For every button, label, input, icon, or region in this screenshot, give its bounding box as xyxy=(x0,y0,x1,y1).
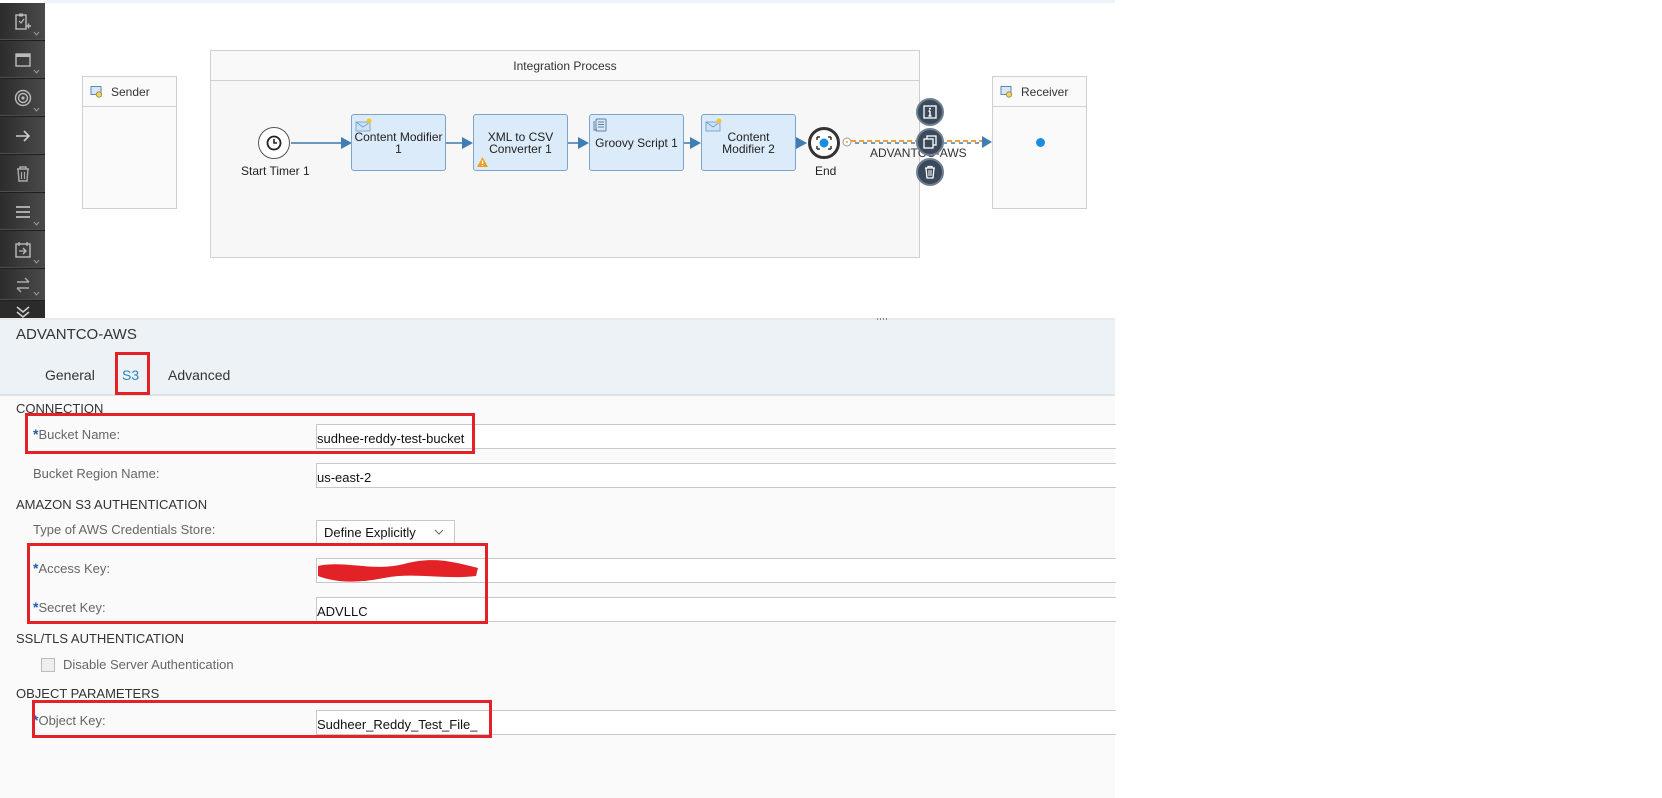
menu-lines-icon xyxy=(15,205,30,218)
chevron-down-icon xyxy=(33,259,40,264)
palette-transformation-button[interactable] xyxy=(0,231,45,269)
chevron-down-icon xyxy=(33,31,40,36)
arrowhead xyxy=(690,137,701,149)
sequence-flow[interactable] xyxy=(291,142,341,144)
palette-events-button[interactable] xyxy=(0,79,45,117)
receiver-label: Receiver xyxy=(1021,84,1069,99)
arrowhead xyxy=(578,137,589,149)
palette-toolbar xyxy=(0,3,45,323)
tab-advanced[interactable]: Advanced xyxy=(168,367,230,383)
chevron-down-icon xyxy=(434,529,444,535)
credentials-store-label: Type of AWS Credentials Store: xyxy=(33,522,216,537)
bucket-region-input[interactable] xyxy=(316,463,1116,488)
section-s3-authentication: AMAZON S3 AUTHENTICATION xyxy=(16,497,208,512)
bucket-name-label: *Bucket Name: xyxy=(33,426,121,442)
info-icon xyxy=(923,105,937,119)
swap-arrows-icon xyxy=(16,277,29,292)
section-object-parameters: OBJECT PARAMETERS xyxy=(16,686,160,701)
step-label: Content Modifier 1 xyxy=(354,129,443,156)
participant-icon xyxy=(90,86,103,98)
participant-icon xyxy=(1000,86,1013,98)
warning-icon xyxy=(477,157,488,167)
calendar-import-icon xyxy=(14,241,31,258)
arrow-right-icon xyxy=(15,129,30,142)
section-connection: CONNECTION xyxy=(16,401,104,416)
properties-body: CONNECTION *Bucket Name: Bucket Region N… xyxy=(0,396,1116,798)
sender-participant[interactable]: Sender xyxy=(82,76,177,209)
bucket-name-input[interactable] xyxy=(316,424,1116,449)
end-event[interactable] xyxy=(808,127,840,159)
end-event-label: End xyxy=(815,164,837,178)
start-timer-event[interactable] xyxy=(258,127,290,159)
secret-key-label: *Secret Key: xyxy=(33,599,106,615)
properties-title: ADVANTCO-AWS xyxy=(16,326,137,343)
trash-icon xyxy=(925,165,935,179)
credentials-store-value: Define Explicitly xyxy=(324,525,416,540)
access-key-input[interactable] xyxy=(316,558,1116,583)
sender-label: Sender xyxy=(111,84,150,99)
envelope-icon xyxy=(705,118,722,132)
info-button[interactable] xyxy=(916,98,944,126)
delete-button[interactable] xyxy=(916,158,944,186)
step-groovy-script-1[interactable]: Groovy Script 1 xyxy=(589,114,684,171)
target-icon xyxy=(14,89,31,106)
pool-title: Integration Process xyxy=(513,58,617,73)
message-end-icon xyxy=(816,136,832,150)
properties-header: ADVANTCO-AWS General S3 Advanced xyxy=(0,320,1115,396)
object-key-input[interactable] xyxy=(316,710,1116,735)
palette-routing-button[interactable] xyxy=(0,269,45,301)
arrowhead xyxy=(796,137,807,149)
copy-icon xyxy=(923,135,937,149)
disable-server-auth-checkbox[interactable] xyxy=(41,658,55,672)
palette-connector-button[interactable] xyxy=(0,117,45,155)
sequence-flow[interactable] xyxy=(446,142,462,144)
active-tab-indicator xyxy=(122,392,138,395)
chevron-down-icon xyxy=(33,107,40,112)
connection-point[interactable] xyxy=(1036,138,1045,147)
script-icon xyxy=(593,118,607,132)
clock-icon xyxy=(266,135,282,151)
bucket-region-label: Bucket Region Name: xyxy=(33,466,160,481)
section-ssl-tls-authentication: SSL/TLS AUTHENTICATION xyxy=(16,631,185,646)
tab-s3[interactable]: S3 xyxy=(122,367,139,383)
envelope-icon xyxy=(355,118,372,132)
credentials-store-select[interactable]: Define Explicitly xyxy=(316,520,455,545)
step-content-modifier-2[interactable]: Content Modifier 2 xyxy=(701,114,796,171)
palette-participants-button[interactable] xyxy=(0,3,45,41)
object-key-label: *Object Key: xyxy=(33,712,106,728)
step-label: Content Modifier 2 xyxy=(722,129,775,156)
palette-mapping-button[interactable] xyxy=(0,193,45,231)
receiver-participant[interactable]: Receiver xyxy=(992,76,1087,209)
double-chevron-down-icon xyxy=(15,306,30,319)
palette-delete-button[interactable] xyxy=(0,155,45,193)
arrowhead xyxy=(462,137,473,149)
clipboard-add-icon xyxy=(14,13,31,30)
access-key-label: *Access Key: xyxy=(33,560,110,576)
window-icon xyxy=(14,52,31,67)
chevron-down-icon xyxy=(33,69,40,74)
chevron-down-icon xyxy=(33,291,40,296)
copy-button[interactable] xyxy=(916,128,944,156)
tab-general[interactable]: General xyxy=(45,367,95,383)
step-xml-to-csv-converter-1[interactable]: XML to CSV Converter 1 xyxy=(473,114,568,171)
step-label: XML to CSV Converter 1 xyxy=(487,129,554,156)
diagram-canvas[interactable]: Sender Integration Process Start Timer 1… xyxy=(45,3,1115,318)
chevron-down-icon xyxy=(33,221,40,226)
trash-icon xyxy=(16,165,29,182)
disable-server-auth-label[interactable]: Disable Server Authentication xyxy=(63,657,234,672)
start-timer-label: Start Timer 1 xyxy=(241,164,310,178)
secret-key-input[interactable] xyxy=(316,597,1116,622)
step-label: Groovy Script 1 xyxy=(595,135,678,150)
palette-process-button[interactable] xyxy=(0,41,45,79)
step-content-modifier-1[interactable]: Content Modifier 1 xyxy=(351,114,446,171)
